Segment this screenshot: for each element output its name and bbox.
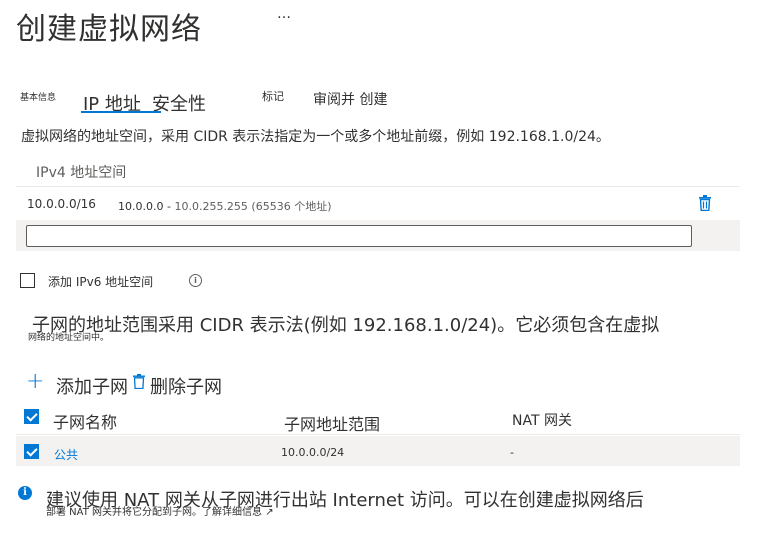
- subnet-description-overflow: 网络的地址空间中。: [28, 333, 110, 343]
- select-all-checkbox[interactable]: [24, 409, 39, 424]
- trash-icon[interactable]: [698, 195, 712, 211]
- info-icon[interactable]: i: [189, 274, 202, 287]
- column-subnet-name: 子网名称: [53, 413, 118, 432]
- more-options-icon[interactable]: …: [277, 6, 291, 22]
- address-range: 10.0.0.0 - 10.0.255.255 (65536 个地址): [118, 198, 332, 214]
- ipv4-address-space-header: IPv4 地址空间: [36, 165, 127, 181]
- divider: [16, 186, 740, 187]
- page-title: 创建虚拟网络: [16, 12, 202, 47]
- address-prefix: 10.0.0.0/16: [27, 197, 96, 211]
- address-space-description: 虚拟网络的地址空间，采用 CIDR 表示法指定为一个或多个地址前缀，例如 192…: [21, 129, 610, 145]
- delete-subnet-button[interactable]: 删除子网: [150, 373, 222, 399]
- address-range-end: 10.0.255.255 (65536 个地址): [174, 200, 332, 213]
- plus-icon[interactable]: +: [26, 369, 44, 394]
- tab-tags[interactable]: 标记: [262, 88, 284, 104]
- subnet-nat: -: [510, 446, 514, 459]
- subnet-name-link[interactable]: 公共: [54, 446, 78, 463]
- subnet-range: 10.0.0.0/24: [281, 446, 345, 459]
- trash-icon[interactable]: [133, 374, 145, 389]
- table-row[interactable]: [16, 436, 740, 466]
- ipv6-checkbox[interactable]: [20, 273, 35, 288]
- nat-learn-more[interactable]: 部署 NAT 网关并将它分配到子网。了解详细信息 ↗: [46, 503, 274, 518]
- column-nat-gateway: NAT 网关: [512, 413, 572, 429]
- column-subnet-range: 子网地址范围: [284, 415, 381, 434]
- tab-basics[interactable]: 基本信息: [20, 90, 56, 103]
- address-range-start: 10.0.0.0 -: [118, 200, 171, 213]
- tab-review-create[interactable]: 审阅并 创建: [313, 89, 387, 109]
- subnet-description: 子网的地址范围采用 CIDR 表示法(例如 192.168.1.0/24)。它必…: [32, 315, 660, 336]
- ipv6-checkbox-label: 添加 IPv6 地址空间: [48, 275, 154, 289]
- add-subnet-button[interactable]: 添加子网: [56, 373, 128, 399]
- info-icon: i: [18, 486, 32, 500]
- row-checkbox[interactable]: [24, 444, 39, 459]
- address-space-input[interactable]: [26, 225, 692, 247]
- active-tab-indicator: [81, 111, 161, 113]
- divider: [16, 434, 740, 435]
